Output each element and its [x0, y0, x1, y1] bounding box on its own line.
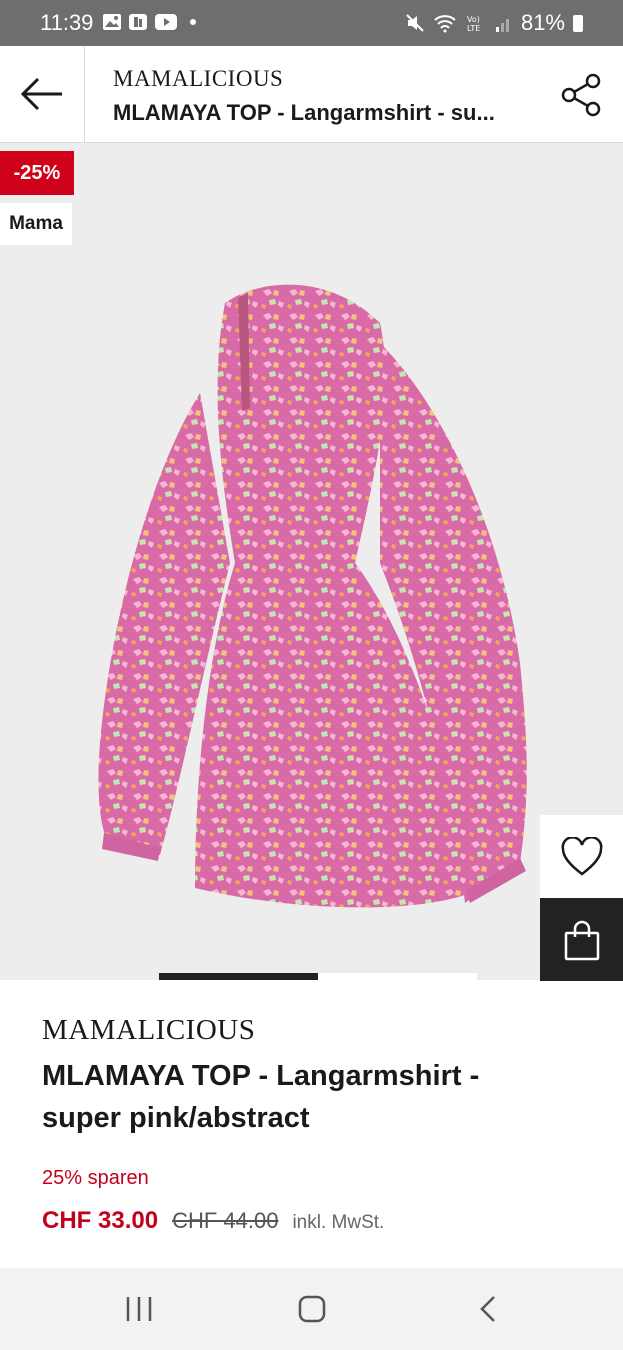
battery-text: 81%	[520, 10, 565, 35]
discount-badge: -25%	[0, 151, 74, 195]
system-nav-bar	[0, 1268, 623, 1350]
app-notification-icon	[129, 14, 147, 30]
current-price: CHF 33.00	[42, 1207, 159, 1234]
status-right: Vo) LTE 81%	[405, 10, 583, 36]
wifi-icon	[434, 15, 456, 33]
product-image	[98, 284, 527, 908]
notification-icons	[102, 13, 196, 31]
product-brand[interactable]: MAMALICIOUS	[42, 1014, 255, 1047]
indicator-active	[159, 973, 318, 980]
gallery-indicator	[0, 973, 623, 980]
mute-icon	[406, 14, 424, 32]
price-row: CHF 33.00 CHF 44.00 inkl. MwSt.	[42, 1207, 384, 1235]
app-bar: MAMALICIOUS MLAMAYA TOP - Langarmshirt -…	[0, 46, 623, 143]
battery-icon	[573, 14, 583, 32]
home-icon[interactable]	[298, 1295, 326, 1323]
status-bar: 11:39 Vo) LTE 81%	[0, 0, 623, 46]
volte-icon: Vo)LTE	[467, 15, 480, 33]
original-price: CHF 44.00	[172, 1208, 279, 1233]
tax-note: inkl. MwSt.	[292, 1212, 385, 1233]
appbar-brand: MAMALICIOUS	[113, 66, 284, 91]
appbar-title: MLAMAYA TOP - Langarmshirt - su...	[113, 100, 495, 125]
share-button[interactable]	[559, 72, 605, 118]
svg-text:LTE: LTE	[467, 24, 480, 33]
recents-icon[interactable]	[124, 1295, 154, 1323]
share-icon	[561, 73, 601, 117]
wishlist-button[interactable]	[540, 815, 623, 899]
back-button[interactable]	[0, 46, 85, 142]
savings-text: 25% sparen	[42, 1167, 149, 1189]
heart-icon	[561, 837, 602, 876]
status-time: 11:39	[40, 10, 94, 35]
product-gallery[interactable]: -25% Mama	[0, 143, 623, 980]
add-to-bag-button[interactable]	[540, 898, 623, 981]
svg-text:Vo): Vo)	[467, 15, 480, 24]
chevron-left-icon[interactable]	[476, 1294, 500, 1324]
more-notifications-dot	[190, 19, 196, 25]
tag-badge: Mama	[0, 203, 72, 245]
signal-icon	[495, 19, 509, 32]
youtube-icon	[155, 14, 177, 30]
product-info: MAMALICIOUS MLAMAYA TOP - Langarmshirt -…	[0, 981, 623, 1268]
product-name: MLAMAYA TOP - Langarmshirt - super pink/…	[42, 1060, 480, 1134]
shopping-bag-icon	[564, 920, 599, 960]
gallery-icon	[103, 14, 121, 30]
arrow-left-icon	[20, 77, 62, 111]
